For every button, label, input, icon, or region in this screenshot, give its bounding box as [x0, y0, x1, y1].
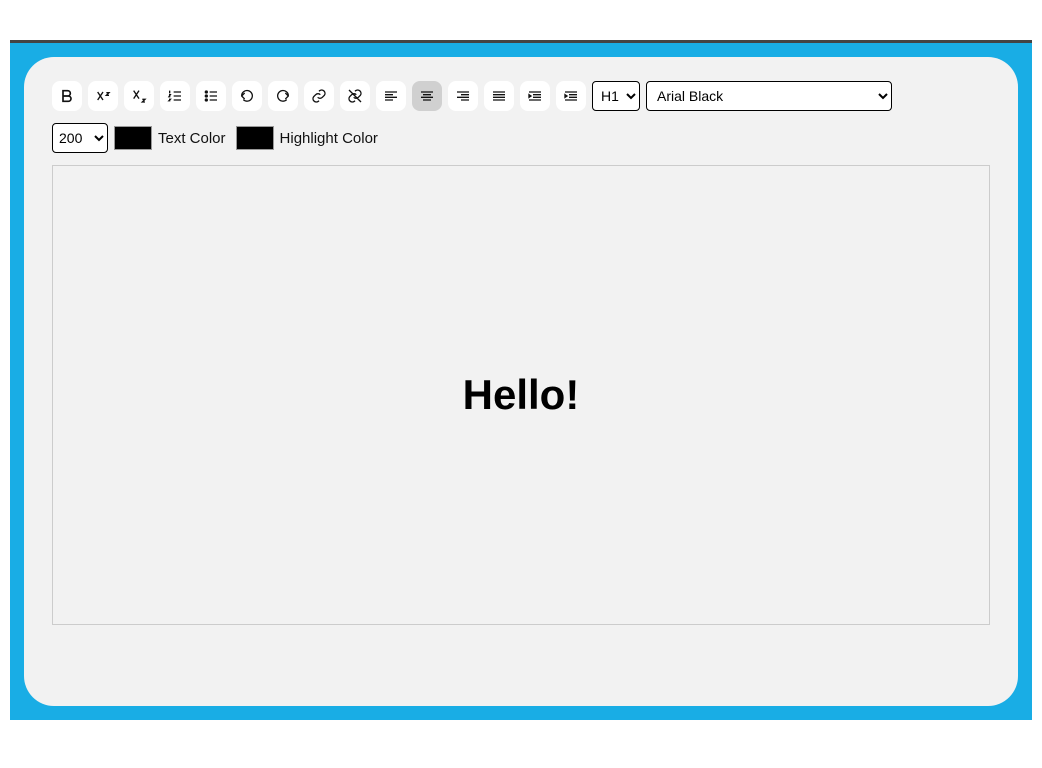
- editor-content[interactable]: Hello!: [463, 371, 580, 419]
- unlink-button[interactable]: [340, 81, 370, 111]
- indent-icon: [563, 88, 579, 104]
- unordered-list-button[interactable]: [196, 81, 226, 111]
- editor-container: H1 Arial Black 200 Text Color Highlight …: [10, 40, 1032, 720]
- ordered-list-button[interactable]: [160, 81, 190, 111]
- highlight-color-swatch[interactable]: [236, 126, 274, 150]
- editor-area[interactable]: Hello!: [52, 165, 990, 625]
- indent-button[interactable]: [556, 81, 586, 111]
- subscript-button[interactable]: [124, 81, 154, 111]
- undo-icon: [239, 88, 255, 104]
- align-right-icon: [455, 88, 471, 104]
- link-button[interactable]: [304, 81, 334, 111]
- bold-button[interactable]: [52, 81, 82, 111]
- superscript-button[interactable]: [88, 81, 118, 111]
- font-family-select[interactable]: Arial Black: [646, 81, 892, 111]
- align-right-button[interactable]: [448, 81, 478, 111]
- align-center-icon: [419, 88, 435, 104]
- superscript-icon: [95, 88, 111, 104]
- redo-icon: [275, 88, 291, 104]
- toolbar-row-1: H1 Arial Black: [52, 81, 990, 111]
- app-frame: H1 Arial Black 200 Text Color Highlight …: [0, 0, 1042, 768]
- text-color-label: Text Color: [158, 130, 226, 147]
- bold-icon: [59, 88, 75, 104]
- align-justify-button[interactable]: [484, 81, 514, 111]
- outdent-button[interactable]: [520, 81, 550, 111]
- unlink-icon: [347, 88, 363, 104]
- align-center-button[interactable]: [412, 81, 442, 111]
- subscript-icon: [131, 88, 147, 104]
- align-left-icon: [383, 88, 399, 104]
- font-size-select[interactable]: 200: [52, 123, 108, 153]
- text-color-swatch[interactable]: [114, 126, 152, 150]
- editor-panel: H1 Arial Black 200 Text Color Highlight …: [24, 57, 1018, 706]
- toolbar-row-2: 200 Text Color Highlight Color: [52, 123, 990, 153]
- unordered-list-icon: [203, 88, 219, 104]
- ordered-list-icon: [167, 88, 183, 104]
- redo-button[interactable]: [268, 81, 298, 111]
- highlight-color-label: Highlight Color: [280, 130, 378, 147]
- outdent-icon: [527, 88, 543, 104]
- undo-button[interactable]: [232, 81, 262, 111]
- align-left-button[interactable]: [376, 81, 406, 111]
- heading-select[interactable]: H1: [592, 81, 640, 111]
- link-icon: [311, 88, 327, 104]
- align-justify-icon: [491, 88, 507, 104]
